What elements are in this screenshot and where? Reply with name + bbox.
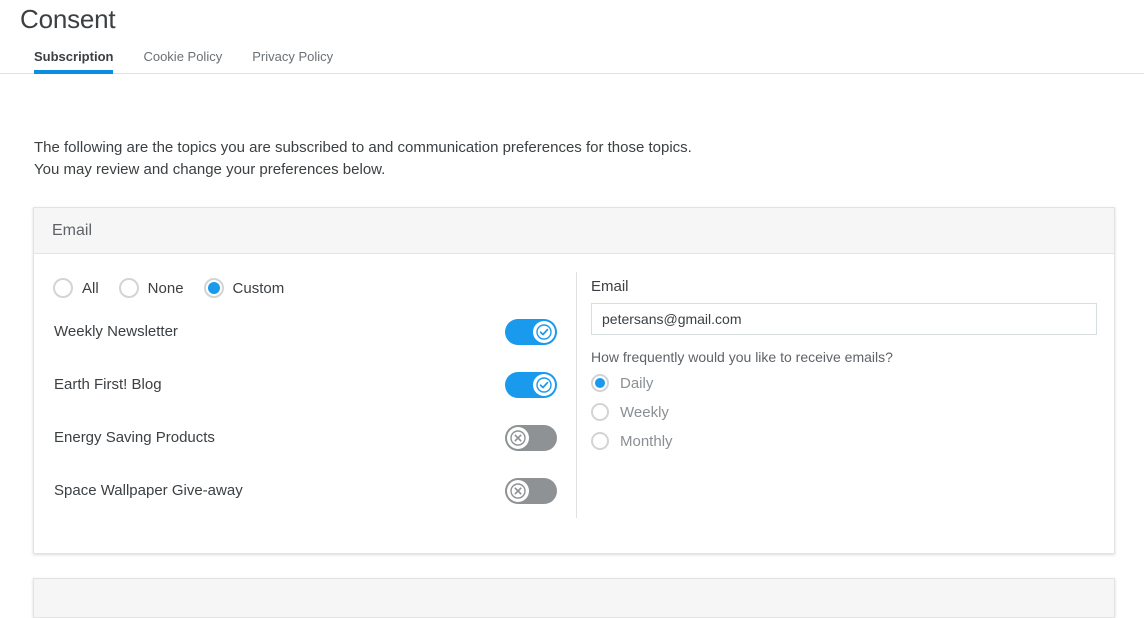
toggle-space-wallpaper-give-away[interactable] xyxy=(505,478,557,504)
topic-row: Energy Saving Products xyxy=(53,411,557,464)
radio-all-icon[interactable] xyxy=(53,278,73,298)
next-card-partial xyxy=(33,578,1115,618)
radio-monthly-icon[interactable] xyxy=(591,432,609,450)
frequency-option-monthly[interactable]: Monthly xyxy=(591,432,1097,450)
card-header: Email xyxy=(34,208,1114,254)
topic-label-weekly-newsletter: Weekly Newsletter xyxy=(53,323,505,340)
page-title: Consent xyxy=(0,0,1144,34)
email-field-label: Email xyxy=(591,278,1097,295)
radio-custom-icon[interactable] xyxy=(204,278,224,298)
frequency-label-monthly: Monthly xyxy=(620,433,673,450)
radio-all-label: All xyxy=(82,280,99,297)
topic-row: Space Wallpaper Give-away xyxy=(53,464,557,517)
topic-label-space-wallpaper-give-away: Space Wallpaper Give-away xyxy=(53,482,505,499)
radio-none-icon[interactable] xyxy=(119,278,139,298)
frequency-label-daily: Daily xyxy=(620,375,653,392)
radio-weekly-icon[interactable] xyxy=(591,403,609,421)
frequency-question: How frequently would you like to receive… xyxy=(591,349,1097,365)
toggle-weekly-newsletter[interactable] xyxy=(505,319,557,345)
topic-row: Earth First! Blog xyxy=(53,358,557,411)
panel-divider xyxy=(576,272,577,518)
radio-daily-icon[interactable] xyxy=(591,374,609,392)
frequency-option-weekly[interactable]: Weekly xyxy=(591,403,1097,421)
tab-bar: Subscription Cookie Policy Privacy Polic… xyxy=(0,44,1144,74)
topic-label-energy-saving-products: Energy Saving Products xyxy=(53,429,505,446)
topics-panel: All None Custom Weekly Newsletter xyxy=(34,254,574,553)
tab-cookie-policy[interactable]: Cookie Policy xyxy=(143,50,222,73)
close-icon xyxy=(507,480,529,502)
tab-subscription[interactable]: Subscription xyxy=(34,50,113,73)
intro-text: The following are the topics you are sub… xyxy=(34,137,934,181)
radio-none-label: None xyxy=(148,280,184,297)
email-settings-panel: Email How frequently would you like to r… xyxy=(574,254,1114,553)
email-input[interactable] xyxy=(591,303,1097,335)
radio-custom-label: Custom xyxy=(233,280,285,297)
topic-label-earth-first-blog: Earth First! Blog xyxy=(53,376,505,393)
card-header-title: Email xyxy=(52,222,92,240)
radio-option-all[interactable]: All xyxy=(53,278,99,298)
frequency-label-weekly: Weekly xyxy=(620,404,669,421)
check-icon xyxy=(533,321,555,343)
email-preferences-card: Email All None Custom Weekly Newsletter xyxy=(33,207,1115,554)
intro-line-2: You may review and change your preferenc… xyxy=(34,159,934,181)
toggle-earth-first-blog[interactable] xyxy=(505,372,557,398)
frequency-option-daily[interactable]: Daily xyxy=(591,374,1097,392)
close-icon xyxy=(507,427,529,449)
card-body: All None Custom Weekly Newsletter xyxy=(34,254,1114,553)
tab-privacy-policy[interactable]: Privacy Policy xyxy=(252,50,333,73)
intro-line-1: The following are the topics you are sub… xyxy=(34,137,934,159)
toggle-energy-saving-products[interactable] xyxy=(505,425,557,451)
check-icon xyxy=(533,374,555,396)
page-header: Consent Subscription Cookie Policy Priva… xyxy=(0,0,1144,74)
radio-option-custom[interactable]: Custom xyxy=(204,278,285,298)
subscription-mode-group: All None Custom xyxy=(53,278,574,298)
radio-option-none[interactable]: None xyxy=(119,278,184,298)
topic-row: Weekly Newsletter xyxy=(53,305,557,358)
